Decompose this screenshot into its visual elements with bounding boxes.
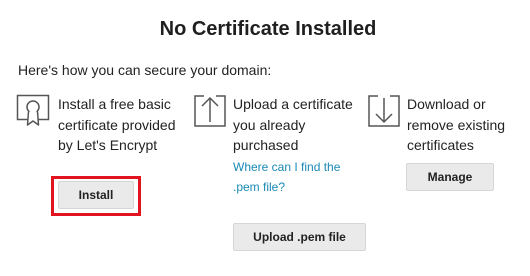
certificate-panel: No Certificate Installed Here's how you … xyxy=(0,0,530,276)
intro-text: Here's how you can secure your domain: xyxy=(18,62,272,78)
manage-button[interactable]: Manage xyxy=(406,163,494,191)
manage-text: Download or remove existing certificates xyxy=(407,94,530,156)
pem-help-link[interactable]: Where can I find the .pem file? xyxy=(233,157,363,198)
page-title: No Certificate Installed xyxy=(159,18,377,40)
install-text: Install a free basic certificate provide… xyxy=(58,94,188,156)
install-description: Install a free basic certificate provide… xyxy=(58,96,176,153)
upload-icon xyxy=(193,94,227,130)
install-button[interactable]: Install xyxy=(58,181,134,209)
certificate-icon xyxy=(16,94,50,130)
upload-pem-button[interactable]: Upload .pem file xyxy=(233,223,366,251)
download-icon xyxy=(367,94,401,130)
manage-description: Download or remove existing certificates xyxy=(407,96,506,153)
upload-description: Upload a certificate you already purchas… xyxy=(233,96,353,153)
upload-text: Upload a certificate you already purchas… xyxy=(233,94,363,198)
